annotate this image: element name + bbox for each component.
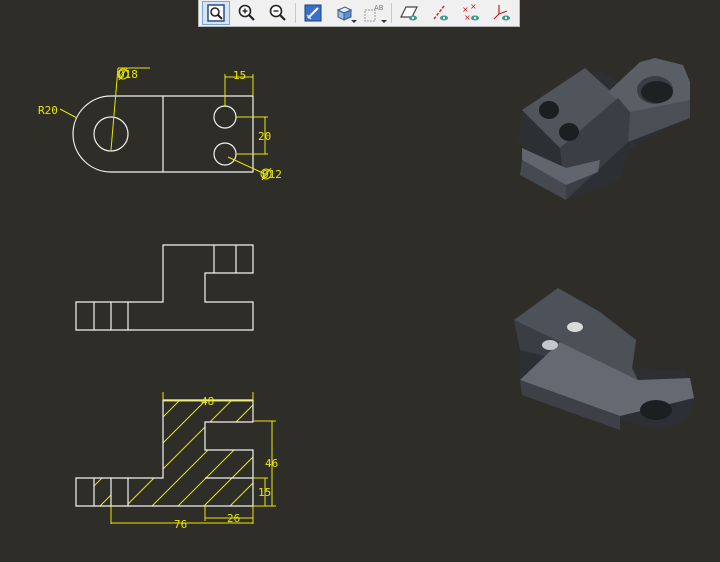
dim-total-length: 76 — [174, 518, 187, 531]
model-3d-upper[interactable] — [518, 58, 690, 200]
model-3d-lower[interactable] — [514, 288, 695, 430]
hatch-line — [76, 400, 123, 506]
dim-hole-spacing: 20 — [258, 130, 271, 143]
dim-diameter-small: Ø12 — [262, 168, 282, 181]
dim-diameter-large: Ø18 — [118, 68, 138, 81]
dim-top-width: 48 — [201, 395, 214, 408]
hatch-line — [76, 400, 175, 506]
dim-hole-offset: 15 — [233, 69, 246, 82]
hatch-line — [398, 380, 538, 520]
hatch-line — [346, 380, 486, 520]
dim-height: 46 — [265, 457, 278, 470]
dim-step-height: 15 — [258, 486, 271, 499]
hatch-line — [0, 380, 70, 520]
dim-radius: R20 — [38, 104, 58, 117]
hatch-line — [320, 380, 460, 520]
hatch-line — [372, 380, 512, 520]
hatch-line — [0, 380, 18, 520]
front-view — [75, 244, 254, 331]
hatch-line — [294, 380, 434, 520]
section-hatching — [0, 380, 538, 520]
hatch-line — [241, 400, 253, 506]
small-hole-lower — [213, 142, 237, 166]
small-hole-upper — [213, 105, 237, 129]
top-view: Ø18 R20 15 20 Ø12 — [38, 67, 282, 181]
drawing-canvas[interactable]: Ø18 R20 15 20 Ø12 48 46 15 26 76 — [0, 0, 720, 562]
hatch-line — [268, 380, 408, 520]
front-view-outline — [75, 244, 254, 331]
section-view: 48 46 15 26 76 — [0, 380, 538, 531]
hatch-line — [0, 380, 44, 520]
